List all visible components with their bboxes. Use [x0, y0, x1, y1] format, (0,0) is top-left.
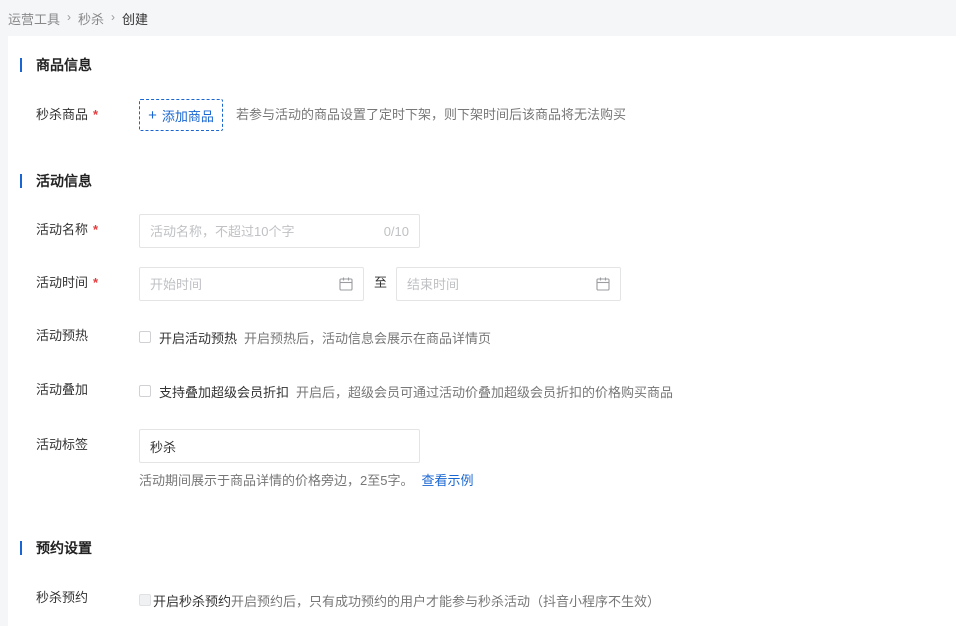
- reservation-hint: 开启预约后，只有成功预约的用户才能参与秒杀活动（抖音小程序不生效）: [231, 593, 661, 609]
- activity-name-input[interactable]: [150, 223, 378, 239]
- start-time-input[interactable]: [150, 276, 333, 292]
- required-mark: *: [93, 107, 99, 122]
- breadcrumb-item-flash-sale[interactable]: 秒杀: [78, 9, 104, 28]
- plus-icon: +: [148, 106, 157, 124]
- stack-checkbox-label[interactable]: 支持叠加超级会员折扣: [159, 382, 289, 401]
- flash-product-label-text: 秒杀商品: [36, 107, 89, 122]
- chevron-right-icon: ›: [67, 10, 72, 24]
- activity-tag-label: 活动标签: [36, 437, 89, 452]
- add-product-button-label: 添加商品: [161, 108, 214, 124]
- reservation-checkbox[interactable]: [139, 594, 151, 606]
- start-time-field[interactable]: [139, 267, 364, 301]
- activity-tag-hint: 活动期间展示于商品详情的价格旁边，2至5字。 查看示例: [139, 471, 473, 491]
- section-title-text: 商品信息: [36, 57, 92, 73]
- calendar-icon[interactable]: [596, 277, 610, 291]
- chevron-right-icon: ›: [111, 10, 116, 24]
- activity-tag-hint-text: 活动期间展示于商品详情的价格旁边，2至5字。: [139, 473, 414, 488]
- activity-tag-input[interactable]: [150, 438, 409, 454]
- breadcrumb-item-ops-tools[interactable]: 运营工具: [8, 9, 60, 28]
- view-example-link[interactable]: 查看示例: [421, 473, 473, 488]
- preheat-option: 开启活动预热 开启预热后，活动信息会展示在商品详情页: [139, 327, 491, 347]
- breadcrumb: 运营工具 › 秒杀 › 创建: [8, 9, 148, 27]
- breadcrumb-item-create: 创建: [122, 11, 149, 27]
- add-product-button[interactable]: + 添加商品: [139, 99, 223, 131]
- required-mark: *: [93, 222, 99, 237]
- section-marker: [20, 174, 22, 188]
- end-time-input[interactable]: [407, 276, 590, 292]
- calendar-icon[interactable]: [339, 277, 353, 291]
- activity-time-label: 活动时间 *: [36, 273, 98, 293]
- reservation-checkbox-label[interactable]: 开启秒杀预约: [153, 591, 231, 610]
- stack-checkbox[interactable]: [139, 385, 151, 397]
- end-time-field[interactable]: [396, 267, 621, 301]
- activity-tag-field[interactable]: [139, 429, 420, 463]
- time-range-separator: 至: [374, 275, 388, 290]
- activity-name-label-text: 活动名称: [36, 222, 89, 237]
- stack-option: 支持叠加超级会员折扣 开启后，超级会员可通过活动价叠加超级会员折扣的价格购买商品: [139, 381, 673, 401]
- preheat-label: 活动预热: [36, 328, 89, 343]
- preheat-hint: 开启预热后，活动信息会展示在商品详情页: [244, 330, 492, 346]
- stack-hint: 开启后，超级会员可通过活动价叠加超级会员折扣的价格购买商品: [296, 384, 674, 400]
- section-title-text: 预约设置: [36, 540, 92, 556]
- reservation-label: 秒杀预约: [36, 590, 89, 605]
- required-mark: *: [93, 275, 99, 290]
- section-title-product: 商品信息: [20, 56, 92, 74]
- flash-product-label: 秒杀商品 *: [36, 105, 98, 125]
- section-title-reservation: 预约设置: [20, 539, 92, 557]
- activity-time-label-text: 活动时间: [36, 275, 89, 290]
- activity-name-label: 活动名称 *: [36, 220, 98, 240]
- activity-name-counter: 0/10: [383, 223, 409, 239]
- stack-label: 活动叠加: [36, 382, 89, 397]
- product-hint: 若参与活动的商品设置了定时下架，则下架时间后该商品将无法购买: [236, 107, 627, 122]
- section-title-text: 活动信息: [36, 173, 92, 189]
- preheat-checkbox[interactable]: [139, 331, 151, 343]
- reservation-option: 开启秒杀预约 开启预约后，只有成功预约的用户才能参与秒杀活动（抖音小程序不生效）: [139, 590, 660, 610]
- preheat-checkbox-label[interactable]: 开启活动预热: [159, 328, 237, 347]
- section-marker: [20, 58, 22, 72]
- activity-name-field[interactable]: 0/10: [139, 214, 420, 248]
- section-marker: [20, 541, 22, 555]
- section-title-activity: 活动信息: [20, 172, 92, 190]
- form-panel: 商品信息 秒杀商品 * + 添加商品 若参与活动的商品设置了定时下架，则下架时间后…: [8, 36, 956, 626]
